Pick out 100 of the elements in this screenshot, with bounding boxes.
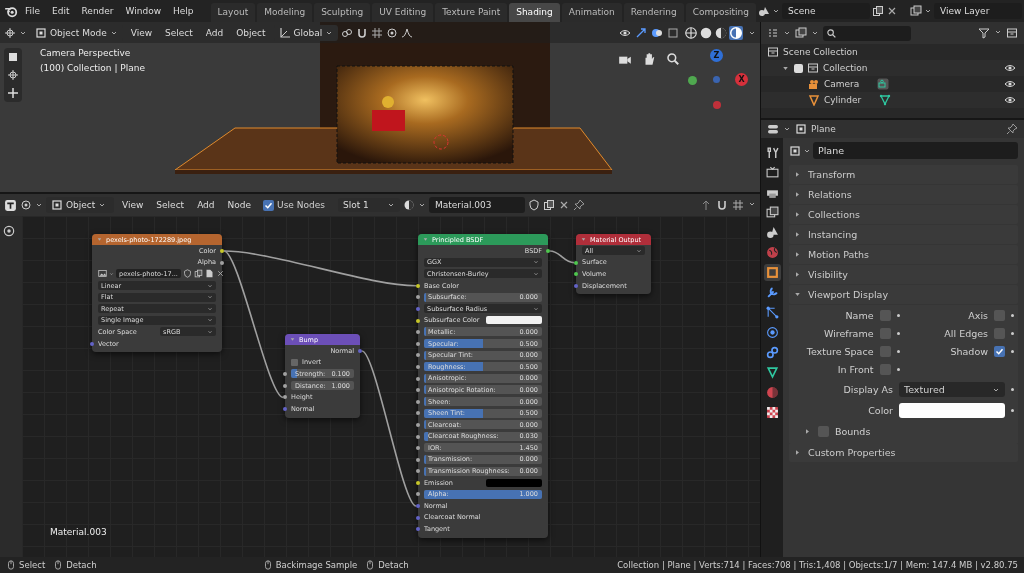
socket-dot[interactable] xyxy=(416,457,420,462)
keyframe-dot[interactable] xyxy=(1011,350,1014,353)
menu-item[interactable]: Select xyxy=(151,198,190,212)
sidebar-tab-icon[interactable] xyxy=(2,224,16,238)
color-swatch[interactable] xyxy=(899,403,1005,418)
slot-dropdown[interactable]: Slot 1 xyxy=(337,198,400,212)
menu-item[interactable]: View xyxy=(117,198,149,212)
shield-icon[interactable] xyxy=(182,269,192,279)
wireframe-shading-icon[interactable] xyxy=(684,25,698,40)
expand-triangle-icon[interactable] xyxy=(803,427,812,436)
select-box-icon[interactable] xyxy=(7,51,19,63)
sphere-icon[interactable] xyxy=(402,199,415,211)
slider-fill[interactable] xyxy=(424,408,483,418)
properties-editor-icon[interactable] xyxy=(767,123,779,135)
checkbox[interactable] xyxy=(994,310,1005,321)
panel-header[interactable]: Relations xyxy=(789,185,1018,204)
socket-dot[interactable] xyxy=(574,260,578,265)
menu-item[interactable]: Render xyxy=(76,4,119,18)
pin-icon[interactable] xyxy=(572,199,585,211)
keyframe-dot[interactable] xyxy=(1011,388,1014,391)
checkbox[interactable] xyxy=(794,63,803,73)
menu-item[interactable]: Add xyxy=(192,198,220,212)
keyframe-dot[interactable] xyxy=(1011,314,1014,317)
magnet-icon[interactable] xyxy=(356,26,369,39)
workspace-tab[interactable]: Rendering xyxy=(623,3,684,22)
socket-dot[interactable] xyxy=(283,395,287,400)
checkbox[interactable] xyxy=(879,364,891,375)
socket-dot[interactable] xyxy=(220,260,224,265)
camera-icon[interactable] xyxy=(808,78,820,90)
material-field[interactable]: Material.003 xyxy=(428,197,525,213)
axis-dot[interactable] xyxy=(713,101,721,109)
shield-icon[interactable] xyxy=(527,199,540,211)
properties-tab[interactable] xyxy=(763,264,781,281)
type-dropdown[interactable]: Object xyxy=(46,197,114,213)
copy-icon[interactable] xyxy=(542,199,555,211)
menu-item[interactable]: Edit xyxy=(47,4,75,18)
axis-dot[interactable] xyxy=(688,76,697,85)
socket-dot[interactable] xyxy=(416,434,420,439)
socket-dot[interactable] xyxy=(416,422,420,427)
socket-dot[interactable] xyxy=(416,364,420,369)
solid-shading-icon[interactable] xyxy=(699,25,713,40)
checkbox[interactable] xyxy=(994,346,1005,357)
axis-dot[interactable] xyxy=(713,76,720,83)
socket-dot[interactable] xyxy=(358,349,362,353)
socket-dot[interactable] xyxy=(574,283,578,288)
panel-header[interactable]: Motion Paths xyxy=(789,245,1018,264)
search-field[interactable] xyxy=(823,25,911,41)
socket-dot[interactable] xyxy=(574,272,578,277)
slider-fill[interactable] xyxy=(424,362,483,372)
workspace-tab[interactable]: Texture Paint xyxy=(435,3,508,22)
menu-item[interactable]: View xyxy=(125,25,158,40)
slider-fill[interactable] xyxy=(424,431,428,441)
menu-item[interactable]: Object xyxy=(231,25,271,40)
socket-dot[interactable] xyxy=(416,341,420,346)
socket-dot[interactable] xyxy=(416,283,420,288)
tree-item[interactable]: Cylinder xyxy=(824,95,862,105)
eye-icon[interactable] xyxy=(1004,62,1016,74)
socket-dot[interactable] xyxy=(220,249,224,253)
workspace-tab[interactable]: Shading xyxy=(509,3,560,22)
new-file-icon[interactable] xyxy=(204,269,214,279)
scene-field[interactable]: Scene xyxy=(782,3,871,19)
name-field[interactable]: Plane xyxy=(813,142,1018,159)
workspace-tab[interactable]: Layout xyxy=(210,3,256,22)
images-icon[interactable] xyxy=(795,27,807,39)
checkbox[interactable] xyxy=(879,310,891,321)
panel-header[interactable]: Transform xyxy=(789,165,1018,184)
socket-dot[interactable] xyxy=(416,353,420,358)
dot-circle-icon[interactable] xyxy=(20,199,32,211)
cursor-icon[interactable] xyxy=(4,26,16,39)
use-nodes-checkbox[interactable]: Use Nodes xyxy=(263,199,325,211)
collection-icon[interactable] xyxy=(767,46,779,58)
gizmo-icon[interactable] xyxy=(635,26,647,39)
checkbox[interactable] xyxy=(879,346,891,357)
menu-item[interactable]: Window xyxy=(120,4,167,18)
menu-item[interactable]: Select xyxy=(160,25,198,40)
close-icon[interactable] xyxy=(215,269,225,279)
camera-data-icon[interactable] xyxy=(877,78,890,90)
node-editor-icon[interactable] xyxy=(4,198,17,212)
tree-item[interactable]: Camera xyxy=(824,79,860,89)
socket-dot[interactable] xyxy=(283,406,287,411)
curve-icon[interactable] xyxy=(401,26,414,39)
eye-icon[interactable] xyxy=(1004,94,1016,106)
color-swatch[interactable] xyxy=(486,316,542,325)
filter-icon[interactable] xyxy=(978,27,990,39)
pin-icon[interactable] xyxy=(1006,123,1018,135)
zoom-icon[interactable] xyxy=(666,52,680,66)
keyframe-dot[interactable] xyxy=(896,350,900,353)
socket-dot[interactable] xyxy=(546,249,550,253)
socket-dot[interactable] xyxy=(416,399,420,404)
workspace-tab[interactable]: Compositing xyxy=(685,3,757,22)
copy-icon[interactable] xyxy=(193,269,203,279)
view-layer-field[interactable]: View Layer xyxy=(934,3,1023,19)
keyframe-dot[interactable] xyxy=(1011,409,1014,412)
arrow-up-icon[interactable] xyxy=(700,199,712,211)
socket-dot[interactable] xyxy=(416,504,420,509)
logo-icon[interactable] xyxy=(4,4,18,18)
mesh-data-icon[interactable] xyxy=(879,94,892,106)
eye-icon[interactable] xyxy=(1004,78,1016,90)
move-icon[interactable] xyxy=(7,87,19,99)
workspace-tab[interactable]: UV Editing xyxy=(372,3,434,22)
